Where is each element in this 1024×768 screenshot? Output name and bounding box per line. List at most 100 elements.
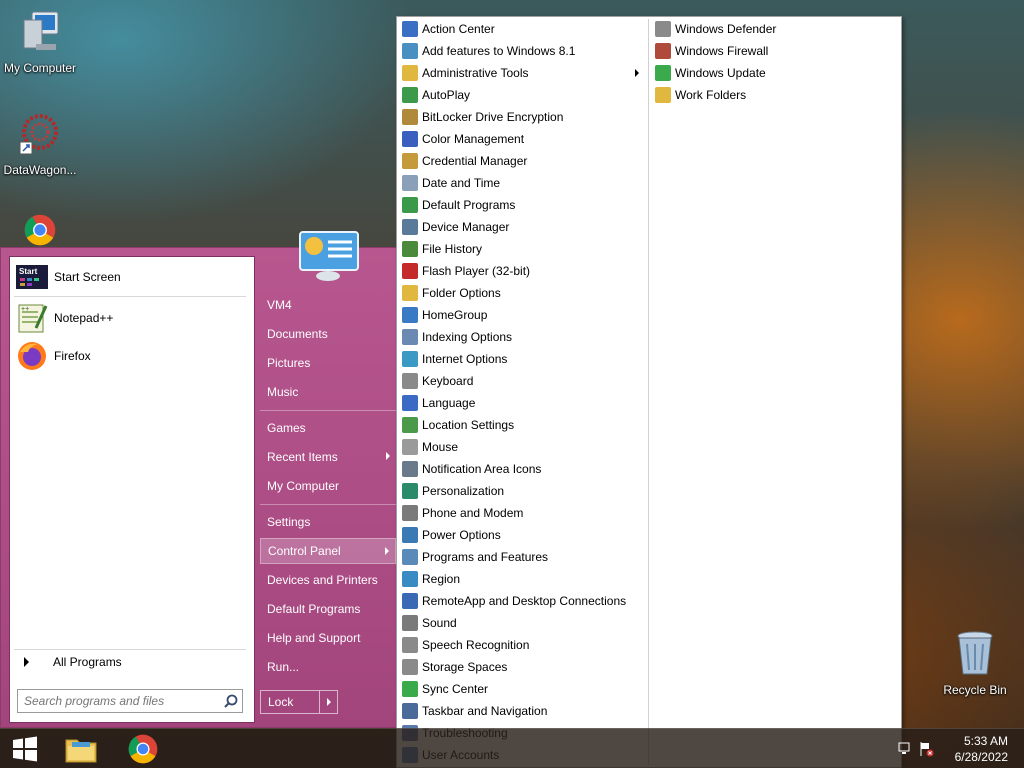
cp-item-personalization[interactable]: Personalization <box>397 480 649 502</box>
cp-item-file-history[interactable]: File History <box>397 238 649 260</box>
places-item-music[interactable]: Music <box>260 379 396 405</box>
remoteapp-and-desktop-connections-icon <box>402 593 418 609</box>
cp-item-windows-defender[interactable]: Windows Defender <box>650 18 900 40</box>
firefox-item[interactable]: Firefox <box>14 338 250 374</box>
places-item-recent-items[interactable]: Recent Items <box>260 444 396 470</box>
personalization-icon <box>402 483 418 499</box>
cp-item-label: RemoteApp and Desktop Connections <box>422 594 627 608</box>
places-item-pictures[interactable]: Pictures <box>260 350 396 376</box>
add-features-to-windows-8-1-icon <box>402 43 418 59</box>
cp-item-internet-options[interactable]: Internet Options <box>397 348 649 370</box>
cp-item-location-settings[interactable]: Location Settings <box>397 414 649 436</box>
cp-item-bitlocker-drive-encryption[interactable]: BitLocker Drive Encryption <box>397 106 649 128</box>
cp-item-homegroup[interactable]: HomeGroup <box>397 304 649 326</box>
action-center-flag-icon[interactable] <box>918 741 934 757</box>
submenu-arrow-icon <box>386 452 390 460</box>
cp-item-administrative-tools[interactable]: Administrative Tools <box>397 62 649 84</box>
cp-item-windows-firewall[interactable]: Windows Firewall <box>650 40 900 62</box>
cp-item-programs-and-features[interactable]: Programs and Features <box>397 546 649 568</box>
all-programs-button[interactable]: All Programs <box>16 651 248 673</box>
cp-item-region[interactable]: Region <box>397 568 649 590</box>
places-item-label: Control Panel <box>268 544 341 558</box>
cp-item-notification-area-icons[interactable]: Notification Area Icons <box>397 458 649 480</box>
cp-item-color-management[interactable]: Color Management <box>397 128 649 150</box>
cp-item-label: AutoPlay <box>422 88 471 102</box>
places-item-run[interactable]: Run... <box>260 654 396 680</box>
cp-item-mouse[interactable]: Mouse <box>397 436 649 458</box>
taskbar-chrome[interactable] <box>118 731 168 767</box>
places-item-control-panel[interactable]: Control Panel <box>260 538 396 564</box>
places-item-label: Help and Support <box>267 631 361 645</box>
cp-item-label: Notification Area Icons <box>422 462 542 476</box>
start-menu: Start Start Screen ++ Notepad++ Firefox … <box>0 231 398 728</box>
desktop-icon-datawagon[interactable]: DataWagon... <box>0 112 80 177</box>
search-icon[interactable] <box>220 690 242 712</box>
desktop-icon-chrome[interactable] <box>0 214 80 251</box>
cp-item-flash-player-32-bit[interactable]: Flash Player (32-bit) <box>397 260 649 282</box>
cp-item-label: Flash Player (32-bit) <box>422 264 531 278</box>
desktop-icon-my-computer[interactable]: My Computer <box>0 8 80 75</box>
chrome-icon <box>0 214 80 249</box>
start-screen-item[interactable]: Start Start Screen <box>14 259 250 295</box>
cp-item-label: Mouse <box>422 440 459 454</box>
places-item-settings[interactable]: Settings <box>260 509 396 535</box>
work-folders-icon <box>655 87 671 103</box>
cp-item-action-center[interactable]: Action Center <box>397 18 649 40</box>
taskbar: 5:33 AM 6/28/2022 <box>0 728 1024 768</box>
arrow-right-icon <box>326 698 331 706</box>
cp-item-label: Language <box>422 396 476 410</box>
desktop-icon-recycle-bin[interactable]: Recycle Bin <box>935 630 1015 697</box>
phone-and-modem-icon <box>402 505 418 521</box>
places-item-label: Pictures <box>267 356 311 370</box>
cp-item-indexing-options[interactable]: Indexing Options <box>397 326 649 348</box>
lock-button[interactable]: Lock <box>261 691 319 713</box>
search-input[interactable] <box>18 690 220 712</box>
cp-item-phone-and-modem[interactable]: Phone and Modem <box>397 502 649 524</box>
cp-item-sound[interactable]: Sound <box>397 612 649 634</box>
network-icon[interactable] <box>898 741 912 755</box>
cp-item-windows-update[interactable]: Windows Update <box>650 62 900 84</box>
cp-item-folder-options[interactable]: Folder Options <box>397 282 649 304</box>
cp-item-language[interactable]: Language <box>397 392 649 414</box>
places-item-help-and-support[interactable]: Help and Support <box>260 625 396 651</box>
taskbar-clock[interactable]: 5:33 AM 6/28/2022 <box>955 733 1008 765</box>
default-programs-icon <box>402 197 418 213</box>
cp-item-keyboard[interactable]: Keyboard <box>397 370 649 392</box>
mouse-icon <box>402 439 418 455</box>
cp-item-speech-recognition[interactable]: Speech Recognition <box>397 634 649 656</box>
cp-item-default-programs[interactable]: Default Programs <box>397 194 649 216</box>
notepadpp-label: Notepad++ <box>54 311 114 325</box>
cp-item-autoplay[interactable]: AutoPlay <box>397 84 649 106</box>
taskbar-file-explorer[interactable] <box>56 731 106 767</box>
notepadpp-item[interactable]: ++ Notepad++ <box>14 300 250 336</box>
chrome-icon <box>128 734 158 764</box>
cp-item-remoteapp-and-desktop-connections[interactable]: RemoteApp and Desktop Connections <box>397 590 649 612</box>
cp-item-power-options[interactable]: Power Options <box>397 524 649 546</box>
cp-item-taskbar-and-navigation[interactable]: Taskbar and Navigation <box>397 700 649 722</box>
cp-item-storage-spaces[interactable]: Storage Spaces <box>397 656 649 678</box>
cp-item-work-folders[interactable]: Work Folders <box>650 84 900 106</box>
places-item-games[interactable]: Games <box>260 415 396 441</box>
cp-item-label: Speech Recognition <box>422 638 530 652</box>
cp-item-device-manager[interactable]: Device Manager <box>397 216 649 238</box>
places-item-vm4[interactable]: VM4 <box>260 292 396 318</box>
places-item-default-programs[interactable]: Default Programs <box>260 596 396 622</box>
svg-text:++: ++ <box>21 306 29 313</box>
places-item-devices-and-printers[interactable]: Devices and Printers <box>260 567 396 593</box>
sound-icon <box>402 615 418 631</box>
separator <box>260 410 396 411</box>
cp-item-credential-manager[interactable]: Credential Manager <box>397 150 649 172</box>
cp-item-label: Default Programs <box>422 198 516 212</box>
places-item-label: My Computer <box>267 479 340 493</box>
cp-item-label: Add features to Windows 8.1 <box>422 44 576 58</box>
places-item-documents[interactable]: Documents <box>260 321 396 347</box>
cp-item-sync-center[interactable]: Sync Center <box>397 678 649 700</box>
cp-item-add-features-to-windows-8-1[interactable]: Add features to Windows 8.1 <box>397 40 649 62</box>
user-picture-icon <box>298 230 362 282</box>
start-button[interactable] <box>0 731 50 767</box>
cp-item-label: Sound <box>422 616 457 630</box>
firefox-label: Firefox <box>54 349 91 363</box>
places-item-my-computer[interactable]: My Computer <box>260 473 396 499</box>
lock-options-button[interactable] <box>319 691 337 713</box>
cp-item-date-and-time[interactable]: Date and Time <box>397 172 649 194</box>
